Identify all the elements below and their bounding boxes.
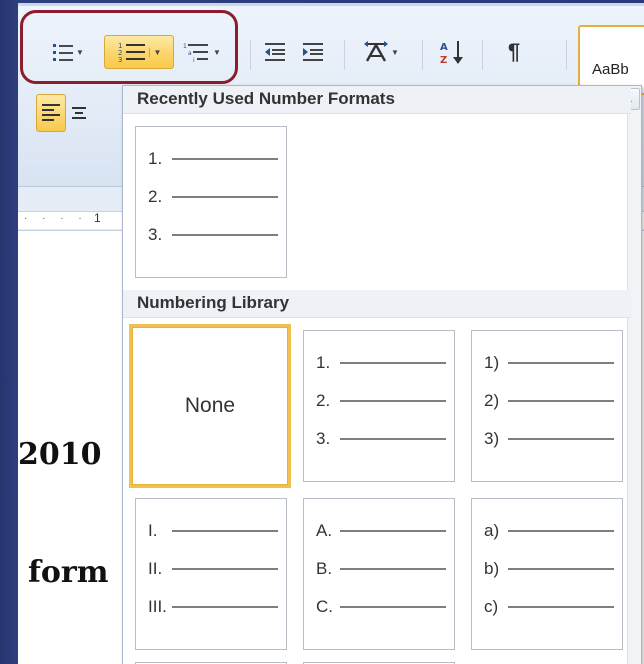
tile-number: 2) [484, 391, 500, 410]
tile-number: 3. [316, 429, 331, 448]
word-window: ▼ 1 2 3 ▼ 1 a i ▼ ▼ A Z ¶ AaBb · · · · 1… [18, 3, 644, 664]
tile-number: 2. [148, 187, 163, 206]
tile-rule [508, 362, 614, 364]
tile-rule [340, 530, 446, 532]
asian-layout-button[interactable]: ▼ [354, 37, 408, 67]
numbering-format-tile[interactable]: A. B. C. [303, 498, 455, 650]
svg-text:Z: Z [440, 55, 447, 65]
show-formatting-marks-button[interactable]: ¶ [496, 37, 532, 67]
tile-number: 3. [148, 225, 163, 244]
tile-rule [172, 568, 278, 570]
toolbar-separator [482, 40, 483, 70]
sort-button[interactable]: A Z [432, 37, 472, 67]
list-item: III. [148, 597, 278, 617]
recent-formats-header: Recently Used Number Formats [123, 86, 631, 114]
numbering-format-tile[interactable]: a) b) c) [471, 498, 623, 650]
toolbar-separator [250, 40, 251, 70]
list-item: 1. [148, 149, 278, 169]
tile-number: c) [484, 597, 499, 616]
tile-number: 1. [148, 149, 163, 168]
tile-rule [340, 400, 446, 402]
numbering-format-tile[interactable]: I. II. III. [135, 498, 287, 650]
list-item: 2) [484, 391, 614, 411]
increase-indent-button[interactable] [296, 37, 330, 67]
ruler-ticks: · · · · [24, 213, 88, 224]
list-item: A. [316, 521, 446, 541]
tile-rule [508, 530, 614, 532]
tile-number: B. [316, 559, 333, 578]
tile-rule [172, 196, 278, 198]
highlight-annotation [20, 10, 238, 84]
tile-rule [340, 362, 446, 364]
gallery-scrollbar[interactable]: ▲ [618, 86, 641, 664]
numbering-none-tile[interactable]: None [129, 324, 291, 488]
tile-rule [172, 530, 278, 532]
tile-number: I. [148, 521, 158, 540]
ruler-number: 1 [94, 211, 101, 225]
list-item: 1) [484, 353, 614, 373]
sort-icon: A Z [440, 41, 463, 65]
numbering-library-header: Numbering Library [123, 290, 631, 318]
list-item: c) [484, 597, 614, 617]
svg-text:A: A [440, 42, 448, 53]
numbering-format-tile[interactable]: 1. 2. 3. [303, 330, 455, 482]
list-item: B. [316, 559, 446, 579]
style-preview-text: AaBb [592, 61, 629, 78]
list-item: 2. [316, 391, 446, 411]
tile-number: III. [148, 597, 167, 616]
tile-rule [340, 438, 446, 440]
list-item: 3) [484, 429, 614, 449]
list-item: 3. [316, 429, 446, 449]
ribbon-top-border [18, 3, 644, 6]
list-item: 3. [148, 225, 278, 245]
asian-layout-icon [364, 41, 389, 62]
align-center-icon [72, 107, 86, 119]
tile-number: 2. [316, 391, 331, 410]
none-label: None [184, 394, 236, 417]
tile-number: C. [316, 597, 333, 616]
numbering-gallery: ▲ Recently Used Number Formats 1. 2. 3. … [122, 85, 642, 664]
tile-number: 3) [484, 429, 500, 448]
list-item: a) [484, 521, 614, 541]
recent-format-tile[interactable]: 1. 2. 3. [135, 126, 287, 278]
list-item: 2. [148, 187, 278, 207]
pilcrow-icon: ¶ [507, 39, 521, 64]
decrease-indent-icon [265, 43, 285, 61]
tile-rule [172, 234, 278, 236]
tile-rule [172, 606, 278, 608]
toolbar-separator [422, 40, 423, 70]
align-center-button[interactable] [72, 100, 86, 126]
list-item: b) [484, 559, 614, 579]
align-left-icon [42, 104, 60, 121]
list-item: C. [316, 597, 446, 617]
tile-number: II. [148, 559, 163, 578]
list-item: II. [148, 559, 278, 579]
tile-number: A. [316, 521, 333, 540]
numbering-format-tile[interactable]: 1) 2) 3) [471, 330, 623, 482]
tile-rule [508, 400, 614, 402]
list-item: I. [148, 521, 278, 541]
increase-indent-icon [303, 43, 323, 61]
tile-rule [340, 606, 446, 608]
tile-rule [172, 158, 278, 160]
chevron-down-icon[interactable]: ▼ [391, 48, 399, 57]
decrease-indent-button[interactable] [258, 37, 292, 67]
toolbar-separator [344, 40, 345, 70]
align-left-button[interactable] [36, 94, 66, 132]
tile-number: b) [484, 559, 500, 578]
toolbar-separator [566, 40, 567, 70]
tile-rule [508, 568, 614, 570]
document-text-year: 2010 [18, 437, 102, 472]
document-text-form: form [28, 555, 109, 590]
tile-number: 1. [316, 353, 331, 372]
tile-number: 1) [484, 353, 500, 372]
tile-rule [508, 438, 614, 440]
list-item: 1. [316, 353, 446, 373]
tile-rule [508, 606, 614, 608]
tile-number: a) [484, 521, 500, 540]
tile-rule [340, 568, 446, 570]
